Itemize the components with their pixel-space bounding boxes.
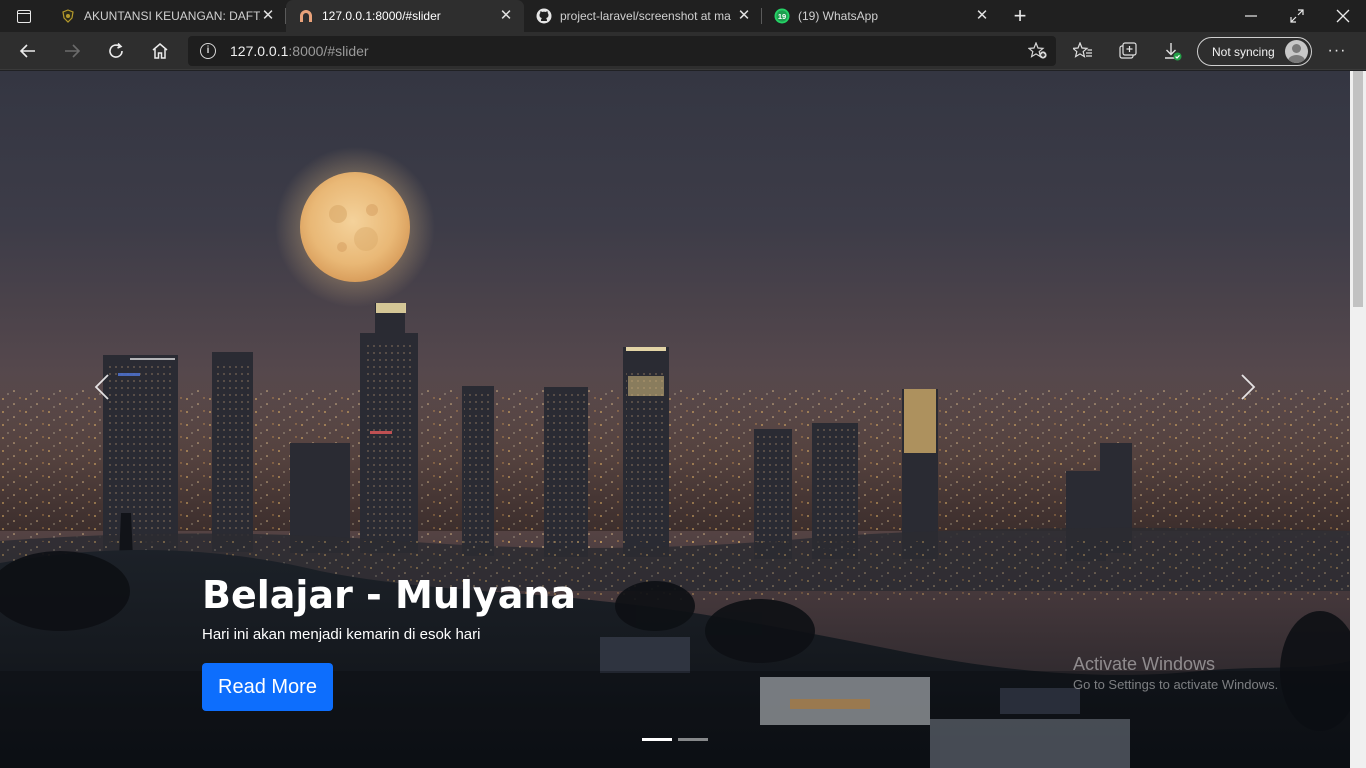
close-tab-icon[interactable]: ✕: [974, 8, 990, 24]
collections-icon: [1119, 42, 1137, 59]
slide-title: Belajar - Mulyana: [202, 573, 577, 617]
avatar: [1285, 40, 1308, 63]
tab-title: (19) WhatsApp: [798, 9, 879, 23]
watermark-title: Activate Windows: [1073, 654, 1216, 674]
tab-akuntansi[interactable]: AKUNTANSI KEUANGAN: DAFTAR ✕: [48, 0, 286, 32]
downloads-button[interactable]: [1157, 36, 1187, 66]
download-icon: [1165, 43, 1182, 61]
url-path: :8000/#slider: [288, 43, 369, 59]
read-more-button[interactable]: Read More: [202, 663, 333, 711]
tab-github[interactable]: project-laravel/screenshot at ma ✕: [524, 0, 762, 32]
tab-actions-icon: [17, 9, 31, 23]
carousel-prev-button[interactable]: [82, 367, 122, 407]
close-tab-icon[interactable]: ✕: [498, 8, 514, 24]
slide-caption: Belajar - Mulyana Hari ini akan menjadi …: [202, 571, 576, 711]
tab-actions-button[interactable]: [0, 0, 48, 32]
scrollbar-thumb[interactable]: [1353, 71, 1363, 307]
back-button[interactable]: [13, 36, 43, 66]
tab-strip: AKUNTANSI KEUANGAN: DAFTAR ✕ 127.0.0.1:8…: [0, 0, 1366, 32]
favorites-icon: [1073, 42, 1092, 58]
arrow-right-icon: [65, 44, 81, 58]
tab-title: project-laravel/screenshot at ma: [560, 9, 731, 23]
page-viewport: Belajar - Mulyana Hari ini akan menjadi …: [0, 71, 1350, 768]
carousel-indicator[interactable]: [642, 738, 672, 741]
close-tab-icon[interactable]: ✕: [260, 8, 276, 24]
favorites-button[interactable]: [1068, 36, 1098, 66]
window-controls: [1228, 0, 1366, 32]
arch-icon: [298, 8, 314, 24]
refresh-button[interactable]: [101, 36, 131, 66]
carousel-next-button[interactable]: [1228, 367, 1268, 407]
refresh-icon: [109, 42, 123, 58]
chevron-left-icon: [94, 374, 109, 400]
chevron-right-icon: [1241, 374, 1256, 400]
close-tab-icon[interactable]: ✕: [736, 8, 752, 24]
whatsapp-icon: 19: [774, 8, 790, 24]
toolbar: i 127.0.0.1:8000/#slider Not syncing ···: [0, 32, 1366, 70]
sync-label: Not syncing: [1212, 44, 1275, 59]
tab-whatsapp[interactable]: 19 (19) WhatsApp ✕: [762, 0, 1000, 32]
close-icon: [1336, 9, 1350, 23]
new-tab-button[interactable]: +: [1000, 0, 1040, 32]
slide-subtitle: Hari ini akan menjadi kemarin di esok ha…: [202, 626, 481, 643]
shield-emblem-icon: [60, 8, 76, 24]
tab-title: 127.0.0.1:8000/#slider: [322, 9, 441, 23]
tab-title: AKUNTANSI KEUANGAN: DAFTAR: [84, 9, 260, 23]
address-bar[interactable]: i 127.0.0.1:8000/#slider: [188, 36, 1056, 66]
tab-slider[interactable]: 127.0.0.1:8000/#slider ✕: [286, 0, 524, 32]
page-scrollbar[interactable]: [1350, 71, 1366, 768]
restore-icon: [1290, 9, 1304, 23]
home-icon: [152, 43, 168, 59]
forward-button[interactable]: [57, 36, 87, 66]
url-host: 127.0.0.1: [230, 43, 289, 59]
profile-sync-button[interactable]: Not syncing: [1197, 37, 1312, 66]
restore-button[interactable]: [1274, 0, 1320, 32]
settings-more-button[interactable]: ···: [1322, 36, 1352, 66]
collections-button[interactable]: [1113, 36, 1143, 66]
arrow-left-icon: [19, 44, 35, 58]
minimize-button[interactable]: [1228, 0, 1274, 32]
github-icon: [536, 8, 552, 24]
minimize-icon: [1245, 15, 1257, 17]
home-button[interactable]: [145, 36, 175, 66]
activate-windows-watermark: Activate Windows Go to Settings to activ…: [1073, 653, 1278, 694]
carousel-indicator[interactable]: [678, 738, 708, 741]
add-favorite-icon[interactable]: [1027, 41, 1048, 60]
close-window-button[interactable]: [1320, 0, 1366, 32]
whatsapp-badge: 19: [778, 12, 786, 21]
watermark-subtitle: Go to Settings to activate Windows.: [1073, 677, 1279, 692]
info-icon[interactable]: i: [200, 43, 216, 59]
carousel-indicators: [642, 738, 708, 741]
